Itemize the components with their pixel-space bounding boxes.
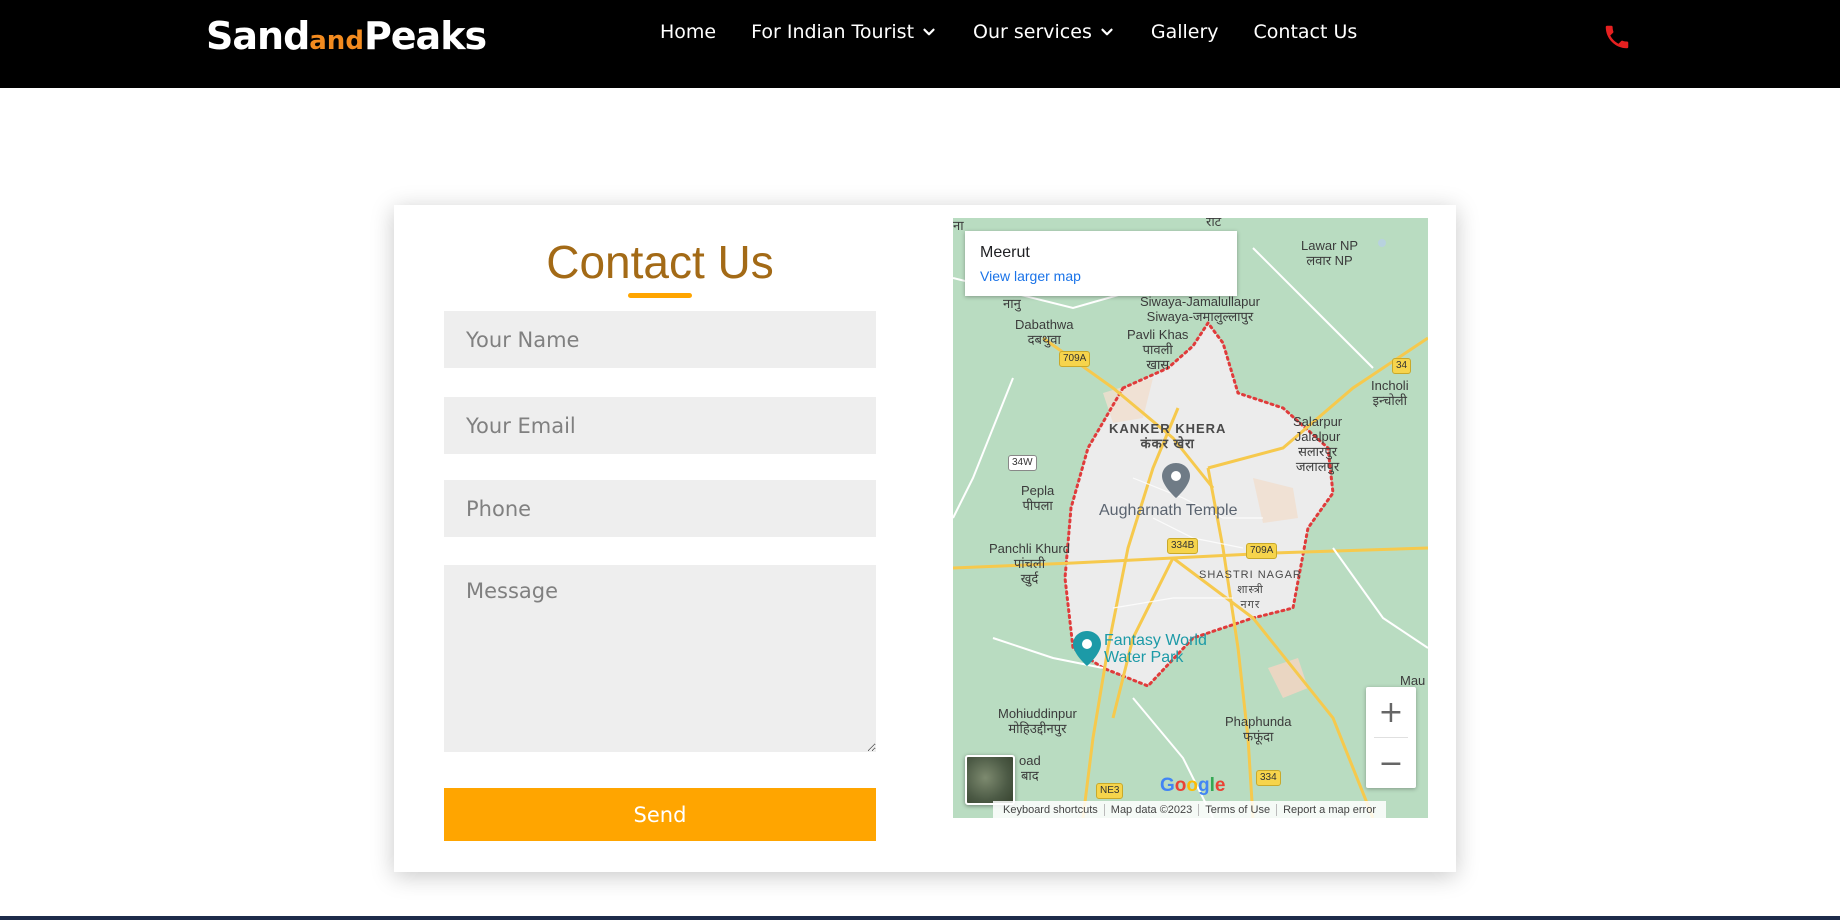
nav-item-indian-tourist[interactable]: For Indian Tourist [751,21,938,43]
map-place-title: Meerut [980,244,1030,261]
keyboard-shortcuts-link[interactable]: Keyboard shortcuts [997,803,1105,816]
message-textarea[interactable] [444,565,876,752]
contact-card: Contact Us Send [394,205,1456,872]
map-label-lawar: Lawar NP लवार NP [1301,238,1359,268]
footer-strip [0,916,1840,920]
map-label-nanu: नानु [1003,296,1021,311]
view-larger-map-link[interactable]: View larger map [980,268,1081,284]
nav-label: Home [660,21,717,43]
nav-label: Our services [973,21,1092,43]
road-shield: 709A [1059,351,1091,367]
map-label-panchli: Panchli Khurd पांचली खुर्द [989,541,1070,586]
name-input[interactable] [444,311,876,368]
email-input[interactable] [444,397,876,454]
map-label-top-edge: रीट [1206,218,1222,229]
map-label-incholi: Incholi इन्चोली [1371,378,1409,408]
nav-item-home[interactable]: Home [660,21,716,43]
road-shield: 334B [1167,538,1199,554]
map-label-phaphunda: Phaphunda फफूंदा [1225,714,1292,744]
map-label-road: oad बाद [1019,753,1041,783]
map-label-salarpur: Salarpur Jalalpur सलारपुर जलालपुर [1293,414,1343,474]
satellite-layer-toggle[interactable] [965,755,1015,805]
map-label-mohiuddin: Mohiuddinpur मोहिउद्दीनपुर [998,706,1077,736]
road-shield: 34 [1392,358,1412,374]
phone-input[interactable] [444,480,876,537]
map-label-temple: Augharnath Temple [1099,502,1238,519]
road-shield: 34W [1008,455,1037,471]
title-underline [628,293,692,298]
google-logo: Google [1160,775,1226,796]
nav-label: Contact Us [1253,21,1358,43]
chevron-down-icon [1101,28,1113,36]
chevron-down-icon [923,28,935,36]
nav-item-contact[interactable]: Contact Us [1254,21,1358,43]
contact-title: Contact Us [546,236,774,288]
phone-icon[interactable] [1602,22,1632,52]
map-label-pepla: Pepla पीपला [1021,483,1055,513]
nav-item-our-services[interactable]: Our services [973,21,1116,43]
logo-part-peaks: Peaks [363,14,487,58]
map-label-shastri: SHASTRI NAGAR शास्त्री नगर [1199,569,1302,611]
map-label-left-edge: ना [953,218,964,233]
map-label-siwaya: Siwaya-Jamalullapur Siwaya-जमालुल्लापुर [1140,294,1260,324]
nav-label: For Indian Tourist [751,21,915,43]
report-error-link[interactable]: Report a map error [1277,804,1382,816]
map-label-pavli: Pavli Khas पावली खास [1127,327,1189,372]
nav-item-gallery[interactable]: Gallery [1151,21,1219,43]
logo-part-and: and [309,26,364,56]
top-navbar: SandandPeaks Home For Indian Tourist Our… [0,0,1840,88]
map-zoom-control: + − [1366,687,1416,788]
map-attribution-bar: Keyboard shortcuts Map data ©2023 Terms … [993,801,1387,818]
map-label-fantasy: Fantasy World Water Park [1104,632,1207,666]
road-shield: 334 [1256,770,1281,786]
site-logo[interactable]: SandandPeaks [206,14,487,58]
zoom-in-button[interactable]: + [1366,687,1416,737]
road-shield: 709A [1246,543,1278,559]
send-button[interactable]: Send [444,788,876,841]
map-data-text: Map data ©2023 [1105,803,1200,816]
road-shield: NE3 [1096,783,1124,799]
map-embed[interactable]: Lawar NP लवार NP नानु Dabathwa दबथुवा Siwa… [953,218,1428,818]
terms-link[interactable]: Terms of Use [1199,803,1278,816]
main-nav: Home For Indian Tourist Our services Gal… [660,18,1392,46]
logo-part-sand: Sand [206,14,310,58]
map-info-box: Meerut View larger map [965,231,1237,296]
zoom-out-button[interactable]: − [1366,738,1416,788]
map-label-mau: Mau [1400,673,1426,688]
map-label-kanker: KANKER KHERA कंकर खेरा [1109,421,1227,451]
nav-label: Gallery [1150,21,1219,43]
map-label-dabathwa: Dabathwa दबथुवा [1015,317,1074,347]
